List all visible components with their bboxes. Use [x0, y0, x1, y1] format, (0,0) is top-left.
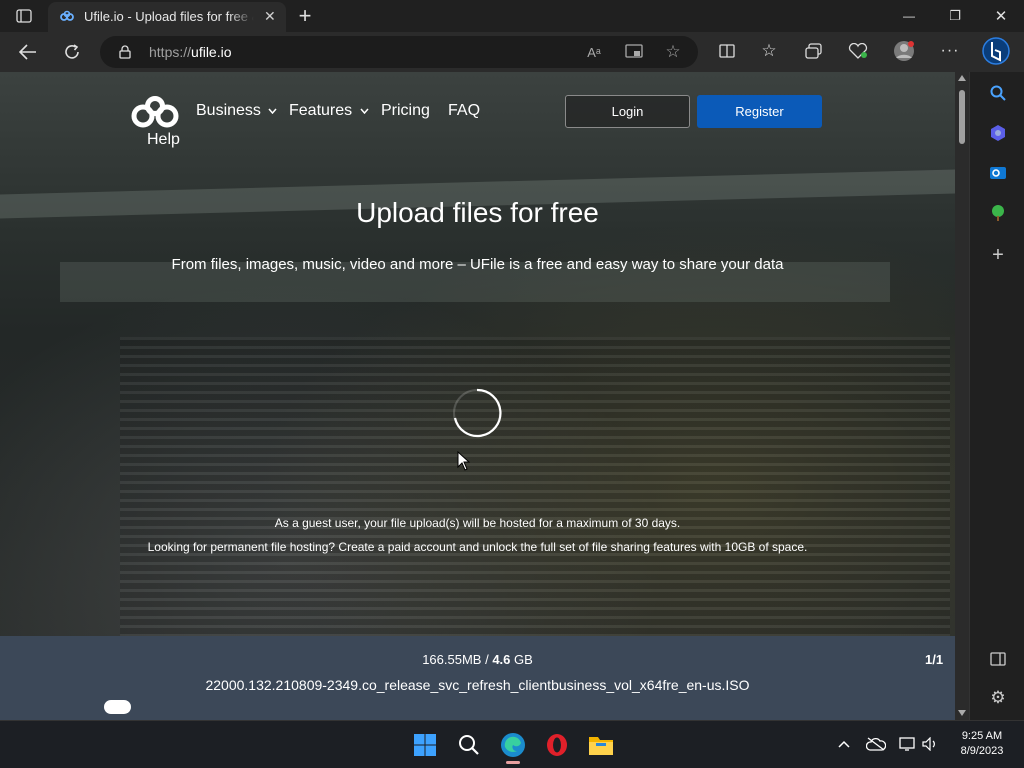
ufile-favicon-icon [60, 10, 74, 21]
ufile-logo[interactable] [131, 96, 179, 130]
size-separator: / [481, 652, 493, 667]
app-available-icon[interactable] [624, 42, 644, 62]
total-size-value: 4.6 [492, 652, 511, 667]
scroll-down-arrow-icon[interactable] [958, 710, 966, 716]
nav-features[interactable]: Features [289, 102, 369, 120]
read-aloud-icon[interactable]: Aᵃ [584, 42, 604, 62]
page-scrollbar[interactable] [955, 72, 969, 720]
browser-toolbar: https://ufile.io Aᵃ ☆ ☆ ··· [0, 32, 1024, 72]
url-host: ufile.io [191, 44, 232, 60]
total-size-unit: GB [510, 652, 533, 667]
background-shutter [120, 337, 950, 637]
upload-size-readout: 166.55MB / 4.6 GB [0, 652, 955, 667]
more-options-icon[interactable]: ··· [938, 40, 962, 62]
refresh-icon[interactable] [60, 40, 84, 64]
collections-icon[interactable] [803, 40, 825, 62]
tab-actions-icon[interactable] [14, 7, 34, 25]
nav-business-label: Business [196, 102, 261, 119]
clock-time: 9:25 AM [961, 730, 1003, 742]
opera-icon[interactable] [543, 731, 571, 759]
windows-taskbar: 9:25 AM 8/9/2023 [0, 720, 1024, 768]
bing-copilot-icon[interactable] [981, 34, 1011, 68]
profile-avatar[interactable] [892, 39, 916, 63]
help-link[interactable]: Help [147, 131, 180, 149]
file-count: 1/1 [925, 652, 944, 667]
taskbar-clock[interactable]: 9:25 AM 8/9/2023 [950, 729, 1014, 759]
sidebar-outlook-icon[interactable] [987, 162, 1009, 184]
start-icon[interactable] [411, 731, 439, 759]
scrollbar-thumb[interactable] [959, 90, 965, 144]
nav-faq[interactable]: FAQ [448, 102, 480, 120]
guest-user-note: As a guest user, your file upload(s) wil… [274, 516, 681, 530]
file-explorer-icon[interactable] [587, 731, 615, 759]
mouse-cursor-icon [457, 451, 470, 471]
nav-features-label: Features [289, 102, 353, 119]
sidebar-copilot-icon[interactable] [987, 122, 1009, 144]
chevron-down-icon [360, 108, 369, 114]
restore-icon[interactable]: ❐ [942, 6, 968, 26]
lock-icon[interactable] [119, 45, 131, 59]
hero-subtitle: From files, images, music, video and mor… [171, 256, 784, 273]
paid-account-note: Looking for permanent file hosting? Crea… [147, 540, 808, 554]
nav-pricing[interactable]: Pricing [381, 102, 430, 120]
split-screen-icon[interactable] [716, 40, 738, 62]
hero-title: Upload files for free [356, 197, 599, 228]
clock-date: 8/9/2023 [960, 745, 1004, 757]
scroll-up-arrow-icon[interactable] [958, 75, 966, 81]
edge-active-indicator [506, 761, 520, 764]
new-tab-icon[interactable]: + [294, 3, 316, 28]
back-arrow-icon[interactable] [16, 40, 40, 64]
browser-essentials-icon[interactable] [846, 40, 870, 62]
chevron-down-icon [268, 108, 277, 114]
close-window-icon[interactable]: ✕ [988, 6, 1014, 26]
browser-tab[interactable]: Ufile.io - Upload files for free & share… [48, 2, 286, 32]
volume-icon[interactable] [921, 735, 941, 753]
edge-sidebar: + ⚙ [969, 72, 1024, 720]
favorites-icon[interactable]: ☆ [758, 40, 780, 62]
tab-title: Ufile.io - Upload files for free & share… [84, 9, 254, 24]
sidebar-toggle-icon[interactable] [987, 648, 1009, 670]
url-text: https://ufile.io [149, 44, 232, 60]
onedrive-offline-icon[interactable] [865, 735, 887, 753]
loading-spinner-icon [453, 388, 502, 438]
address-bar[interactable]: https://ufile.io Aᵃ ☆ [100, 36, 698, 68]
uploading-file-name: 22000.132.210809-2349.co_release_svc_ref… [205, 677, 750, 693]
sidebar-settings-gear-icon[interactable]: ⚙ [987, 687, 1009, 709]
tray-chevron-up-icon[interactable] [835, 735, 853, 753]
favorite-star-icon[interactable]: ☆ [663, 42, 683, 62]
taskbar-search-icon[interactable] [455, 731, 483, 759]
register-button[interactable]: Register [697, 95, 822, 128]
edge-icon[interactable] [499, 731, 527, 759]
sidebar-search-icon[interactable] [987, 82, 1009, 104]
minimize-icon[interactable]: — [896, 6, 922, 26]
nav-business[interactable]: Business [196, 102, 277, 120]
sidebar-tree-icon[interactable] [987, 202, 1009, 224]
tab-close-icon[interactable]: ✕ [264, 8, 276, 24]
sidebar-add-icon[interactable]: + [987, 244, 1009, 266]
url-scheme: https:// [149, 44, 192, 60]
browser-title-bar: Ufile.io - Upload files for free & share… [0, 0, 1024, 32]
login-button[interactable]: Login [565, 95, 690, 128]
uploaded-size: 166.55MB [422, 652, 482, 667]
upload-progress-indicator [104, 700, 131, 714]
network-icon[interactable] [898, 735, 918, 753]
